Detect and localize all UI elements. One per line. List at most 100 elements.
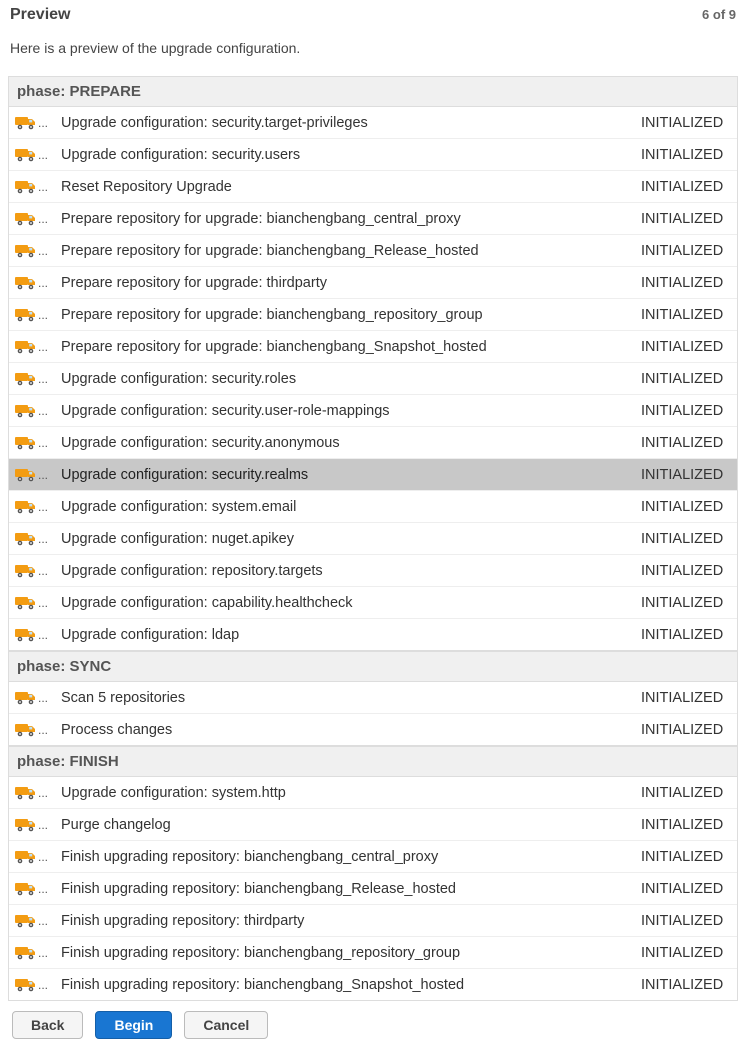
task-row[interactable]: ...Finish upgrading repository: thirdpar… bbox=[9, 905, 737, 937]
row-status: INITIALIZED bbox=[641, 147, 737, 163]
row-icon-cell: ... bbox=[9, 628, 55, 642]
row-status: INITIALIZED bbox=[641, 371, 737, 387]
row-icon-cell: ... bbox=[9, 723, 55, 737]
row-description: Prepare repository for upgrade: thirdpar… bbox=[55, 275, 641, 291]
back-button[interactable]: Back bbox=[12, 1011, 83, 1039]
row-icon-cell: ... bbox=[9, 882, 55, 896]
row-description: Upgrade configuration: security.target-p… bbox=[55, 115, 641, 131]
row-status: INITIALIZED bbox=[641, 722, 737, 738]
task-row[interactable]: ...Upgrade configuration: security.realm… bbox=[9, 459, 737, 491]
task-row[interactable]: ...Prepare repository for upgrade: third… bbox=[9, 267, 737, 299]
ellipsis-icon: ... bbox=[38, 533, 48, 545]
ellipsis-icon: ... bbox=[38, 405, 48, 417]
ellipsis-icon: ... bbox=[38, 724, 48, 736]
ellipsis-icon: ... bbox=[38, 692, 48, 704]
ellipsis-icon: ... bbox=[38, 149, 48, 161]
row-description: Purge changelog bbox=[55, 817, 641, 833]
task-row[interactable]: ...Upgrade configuration: ldapINITIALIZE… bbox=[9, 619, 737, 651]
row-description: Finish upgrading repository: bianchengba… bbox=[55, 977, 641, 993]
intro-text: Here is a preview of the upgrade configu… bbox=[8, 30, 738, 76]
task-row[interactable]: ...Prepare repository for upgrade: bianc… bbox=[9, 235, 737, 267]
begin-button[interactable]: Begin bbox=[95, 1011, 172, 1039]
task-row[interactable]: ...Upgrade configuration: nuget.apikeyIN… bbox=[9, 523, 737, 555]
cancel-button[interactable]: Cancel bbox=[184, 1011, 268, 1039]
task-row[interactable]: ... Upgrade configuration: security.targe… bbox=[9, 107, 737, 139]
task-row[interactable]: ...Upgrade configuration: security.user-… bbox=[9, 395, 737, 427]
task-row[interactable]: ...Finish upgrading repository: bianchen… bbox=[9, 873, 737, 905]
row-status: INITIALIZED bbox=[641, 211, 737, 227]
row-icon-cell: ... bbox=[9, 978, 55, 992]
task-row[interactable]: ...Upgrade configuration: repository.tar… bbox=[9, 555, 737, 587]
task-row[interactable]: ...Upgrade configuration: system.httpINI… bbox=[9, 777, 737, 809]
row-icon-cell: ... bbox=[9, 786, 55, 800]
task-row[interactable]: ...Finish upgrading repository: bianchen… bbox=[9, 841, 737, 873]
row-status: INITIALIZED bbox=[641, 849, 737, 865]
truck-icon bbox=[15, 532, 37, 546]
ellipsis-icon: ... bbox=[38, 915, 48, 927]
ellipsis-icon: ... bbox=[38, 437, 48, 449]
task-row[interactable]: ...Finish upgrading repository: bianchen… bbox=[9, 937, 737, 969]
row-description: Scan 5 repositories bbox=[55, 690, 641, 706]
row-icon-cell: ... bbox=[9, 596, 55, 610]
truck-icon bbox=[15, 723, 37, 737]
ellipsis-icon: ... bbox=[38, 565, 48, 577]
truck-icon bbox=[15, 500, 37, 514]
row-icon-cell: ... bbox=[9, 180, 55, 194]
row-description: Upgrade configuration: security.anonymou… bbox=[55, 435, 641, 451]
task-row[interactable]: ...Prepare repository for upgrade: bianc… bbox=[9, 203, 737, 235]
row-icon-cell: ... bbox=[9, 244, 55, 258]
ellipsis-icon: ... bbox=[38, 597, 48, 609]
row-status: INITIALIZED bbox=[641, 275, 737, 291]
ellipsis-icon: ... bbox=[38, 117, 48, 129]
task-row[interactable]: ...Process changesINITIALIZED bbox=[9, 714, 737, 746]
row-description: Upgrade configuration: capability.health… bbox=[55, 595, 641, 611]
ellipsis-icon: ... bbox=[38, 629, 48, 641]
task-row[interactable]: ... Upgrade configuration: security.anony… bbox=[9, 427, 737, 459]
row-description: Finish upgrading repository: bianchengba… bbox=[55, 849, 641, 865]
row-status: INITIALIZED bbox=[641, 339, 737, 355]
ellipsis-icon: ... bbox=[38, 309, 48, 321]
task-row[interactable]: ... Upgrade configuration: capability.hea… bbox=[9, 587, 737, 619]
task-row[interactable]: ...Finish upgrading repository: bianchen… bbox=[9, 969, 737, 1001]
task-row[interactable]: ...Purge changelogINITIALIZED bbox=[9, 809, 737, 841]
ellipsis-icon: ... bbox=[38, 373, 48, 385]
task-row[interactable]: ... Prepare repository for upgrade: bianc… bbox=[9, 299, 737, 331]
preview-panel: phase: PREPARE...Upgrade configuration: … bbox=[8, 76, 738, 1001]
row-status: INITIALIZED bbox=[641, 627, 737, 643]
row-icon-cell: ... bbox=[9, 818, 55, 832]
row-description: Prepare repository for upgrade: bianchen… bbox=[55, 243, 641, 259]
row-status: INITIALIZED bbox=[641, 435, 737, 451]
header-row: Preview 6 of 9 bbox=[8, 6, 738, 30]
row-status: INITIALIZED bbox=[641, 563, 737, 579]
task-row[interactable]: ...Upgrade configuration: system.emailIN… bbox=[9, 491, 737, 523]
row-description: Upgrade configuration: system.http bbox=[55, 785, 641, 801]
row-icon-cell: ... bbox=[9, 404, 55, 418]
row-icon-cell: ... bbox=[9, 914, 55, 928]
row-status: INITIALIZED bbox=[641, 179, 737, 195]
row-description: Upgrade configuration: nuget.apikey bbox=[55, 531, 641, 547]
row-description: Prepare repository for upgrade: bianchen… bbox=[55, 307, 641, 323]
truck-icon bbox=[15, 116, 37, 130]
task-row[interactable]: ...Upgrade configuration: security.users… bbox=[9, 139, 737, 171]
task-row[interactable]: ...Upgrade configuration: security.roles… bbox=[9, 363, 737, 395]
ellipsis-icon: ... bbox=[38, 341, 48, 353]
row-status: INITIALIZED bbox=[641, 785, 737, 801]
row-icon-cell: ... bbox=[9, 212, 55, 226]
truck-icon bbox=[15, 148, 37, 162]
ellipsis-icon: ... bbox=[38, 819, 48, 831]
row-status: INITIALIZED bbox=[641, 467, 737, 483]
page-title: Preview bbox=[10, 6, 70, 24]
phase-header: phase: PREPARE bbox=[9, 77, 737, 107]
truck-icon bbox=[15, 628, 37, 642]
row-icon-cell: ... bbox=[9, 850, 55, 864]
truck-icon bbox=[15, 882, 37, 896]
row-icon-cell: ... bbox=[9, 532, 55, 546]
truck-icon bbox=[15, 180, 37, 194]
row-icon-cell: ... bbox=[9, 468, 55, 482]
task-row[interactable]: ...Reset Repository UpgradeINITIALIZED bbox=[9, 171, 737, 203]
truck-icon bbox=[15, 850, 37, 864]
truck-icon bbox=[15, 596, 37, 610]
truck-icon bbox=[15, 244, 37, 258]
task-row[interactable]: ...Prepare repository for upgrade: bianc… bbox=[9, 331, 737, 363]
task-row[interactable]: ...Scan 5 repositoriesINITIALIZED bbox=[9, 682, 737, 714]
